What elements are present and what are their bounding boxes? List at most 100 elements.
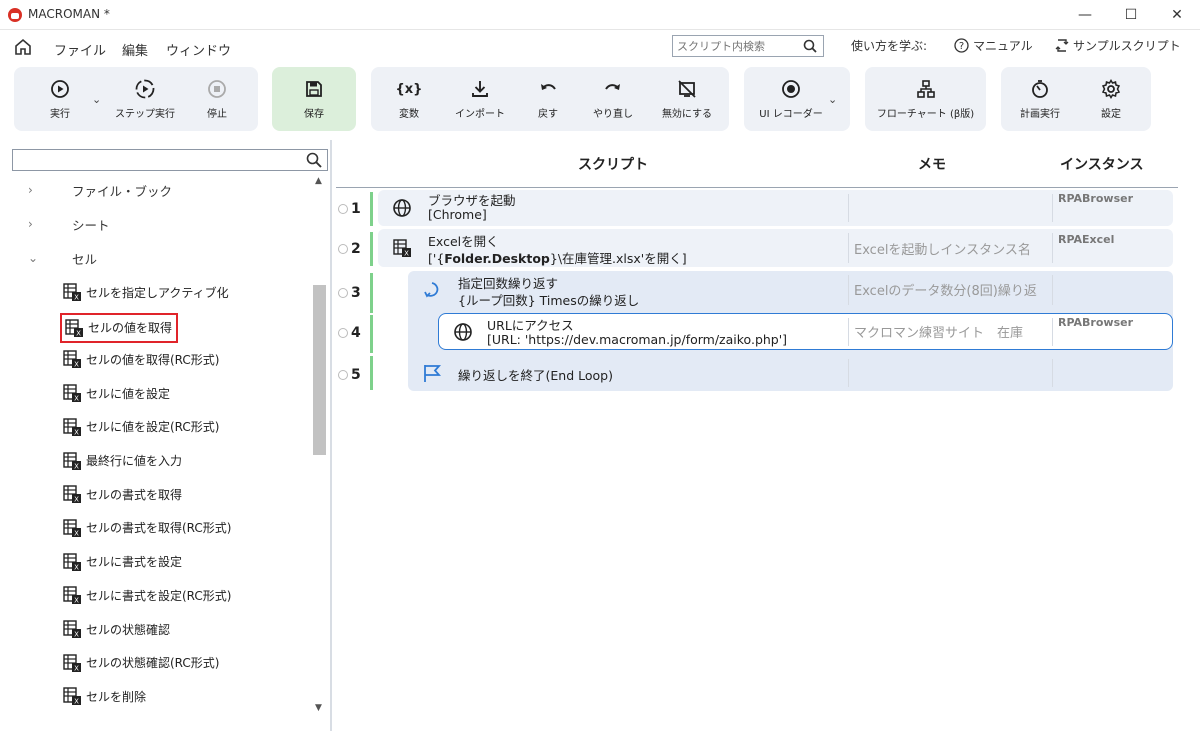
command-item[interactable]: X セルに値を設定 — [62, 380, 174, 406]
variables-button[interactable]: {x} 変数 — [381, 67, 437, 131]
breakpoint-icon[interactable] — [338, 204, 348, 214]
save-icon — [306, 81, 322, 97]
command-item[interactable]: X セルの状態確認 — [62, 616, 174, 642]
step-title: 繰り返しを終了(End Loop) — [458, 368, 613, 383]
command-item[interactable]: X セルに値を設定(RC形式) — [62, 414, 223, 440]
sidebar-scroll-thumb[interactable] — [313, 285, 326, 455]
undo-button[interactable]: 戻す — [523, 67, 573, 131]
script-step[interactable]: 繰り返しを終了(End Loop) — [408, 355, 1173, 391]
step-memo[interactable]: マクロマン練習サイト 在庫 — [854, 322, 1050, 341]
row-status-bar — [370, 232, 373, 266]
scroll-down-icon[interactable]: ▼ — [315, 703, 322, 713]
command-item[interactable]: X セルの状態確認(RC形式) — [62, 650, 223, 676]
row-number[interactable]: 4 — [338, 325, 361, 341]
script-search-input[interactable] — [673, 36, 795, 56]
excel-icon: X — [63, 350, 81, 369]
import-button[interactable]: インポート — [447, 67, 513, 131]
app-logo — [8, 8, 22, 22]
redo-button[interactable]: やり直し — [583, 67, 643, 131]
save-button[interactable]: 保存 — [272, 67, 356, 131]
maximize-button[interactable]: ☐ — [1108, 0, 1154, 30]
step-detail: [Chrome] — [428, 207, 487, 222]
command-item[interactable]: X セルを指定しアクティブ化 — [62, 279, 233, 305]
menu-edit[interactable]: 編集 — [122, 40, 148, 59]
row-number[interactable]: 2 — [338, 241, 361, 257]
breakpoint-icon[interactable] — [338, 288, 348, 298]
scroll-up-icon[interactable]: ▲ — [315, 176, 322, 186]
breakpoint-icon[interactable] — [338, 244, 348, 254]
recorder-dropdown-chevron-icon[interactable]: ⌄ — [828, 93, 837, 106]
category-label: シート — [72, 217, 110, 233]
row-status-bar — [370, 356, 373, 390]
script-step[interactable]: 指定回数繰り返す {ループ回数} Timesの繰り返し Excelのデータ数分(… — [408, 271, 1173, 309]
step-memo[interactable]: Excelのデータ数分(8回)繰り返 — [854, 280, 1050, 299]
run-button[interactable]: 実行 — [30, 67, 90, 131]
sample-scripts-link[interactable]: サンプルスクリプト — [1055, 37, 1181, 54]
command-item[interactable]: X セルの値を取得 — [60, 312, 179, 343]
globe-icon — [454, 323, 472, 341]
variables-icon: {x} — [395, 81, 423, 97]
svg-text:X: X — [404, 250, 409, 258]
script-step[interactable]: ブラウザを起動 [Chrome] RPABrowser — [378, 190, 1173, 226]
step-instance: RPABrowser — [1058, 316, 1133, 329]
script-search[interactable] — [672, 35, 824, 57]
breakpoint-icon[interactable] — [338, 370, 348, 380]
save-toolbar-group: 保存 — [272, 67, 356, 131]
command-item[interactable]: X 最終行に値を入力 — [62, 448, 186, 474]
run-dropdown-chevron-icon[interactable]: ⌄ — [92, 93, 101, 106]
row-status-bar — [370, 315, 373, 353]
close-button[interactable]: ✕ — [1154, 0, 1200, 30]
menu-file[interactable]: ファイル — [54, 40, 106, 59]
command-label: セルの状態確認(RC形式) — [86, 656, 220, 671]
command-item[interactable]: X セルに書式を設定 — [62, 549, 186, 575]
flowchart-button[interactable]: フローチャート (β版) — [865, 67, 986, 131]
disable-button[interactable]: 無効にする — [653, 67, 721, 131]
row-number[interactable]: 3 — [338, 285, 361, 301]
svg-text:X: X — [74, 631, 79, 639]
command-item[interactable]: X セルの書式を取得(RC形式) — [62, 515, 235, 541]
column-divider — [1052, 318, 1053, 346]
home-icon[interactable] — [14, 38, 32, 56]
breakpoint-icon[interactable] — [338, 328, 348, 338]
settings-button[interactable]: 設定 — [1083, 67, 1139, 131]
svg-text:X: X — [74, 294, 79, 302]
command-label: セルに値を設定(RC形式) — [86, 420, 220, 435]
settings-toolbar-group: 計画実行 設定 — [1001, 67, 1151, 131]
minimize-button[interactable]: — — [1062, 0, 1108, 30]
command-item[interactable]: X セルの書式を取得 — [62, 481, 186, 507]
manual-link[interactable]: ? マニュアル — [954, 37, 1033, 54]
svg-text:X: X — [76, 329, 81, 337]
svg-text:X: X — [74, 496, 79, 504]
category-cell[interactable]: ⌄ セル — [0, 246, 310, 270]
column-divider — [1052, 359, 1053, 387]
timer-icon — [1032, 80, 1048, 98]
row-number[interactable]: 1 — [338, 201, 361, 217]
import-label: インポート — [455, 109, 505, 120]
row-number[interactable]: 5 — [338, 367, 361, 383]
menu-window[interactable]: ウィンドウ — [166, 40, 231, 59]
step-run-button[interactable]: ステップ実行 — [110, 67, 180, 131]
command-item[interactable]: X セルを削除 — [62, 683, 150, 709]
ui-recorder-button[interactable]: UI レコーダー — [748, 67, 834, 131]
command-item[interactable]: X セルに書式を設定(RC形式) — [62, 582, 235, 608]
category-sheet[interactable]: › シート — [0, 212, 310, 236]
svg-text:X: X — [74, 361, 79, 369]
excel-icon: X — [63, 620, 81, 639]
search-icon[interactable] — [306, 152, 322, 168]
step-memo[interactable]: Excelを起動しインスタンス名 — [854, 239, 1050, 258]
stop-button[interactable]: 停止 — [192, 67, 242, 131]
script-step-selected[interactable]: URLにアクセス [URL: 'https://dev.macroman.jp/… — [438, 313, 1173, 350]
command-label: セルに値を設定 — [86, 386, 171, 401]
step-instance: RPAExcel — [1058, 233, 1115, 246]
schedule-button[interactable]: 計画実行 — [1007, 67, 1073, 131]
svg-text:X: X — [74, 529, 79, 537]
search-icon[interactable] — [803, 39, 817, 53]
category-file-book[interactable]: › ファイル・ブック — [0, 178, 310, 202]
redo-icon — [605, 84, 620, 90]
command-label: セルの書式を取得(RC形式) — [86, 521, 232, 536]
command-item[interactable]: X セルの値を取得(RC形式) — [62, 346, 223, 372]
command-search-input[interactable] — [13, 150, 293, 170]
flowchart-toolbar-group: フローチャート (β版) — [865, 67, 986, 131]
command-search[interactable] — [12, 149, 328, 171]
script-step[interactable]: X Excelを開く ['{Folder.Desktop}\在庫管理.xlsx'… — [378, 229, 1173, 267]
